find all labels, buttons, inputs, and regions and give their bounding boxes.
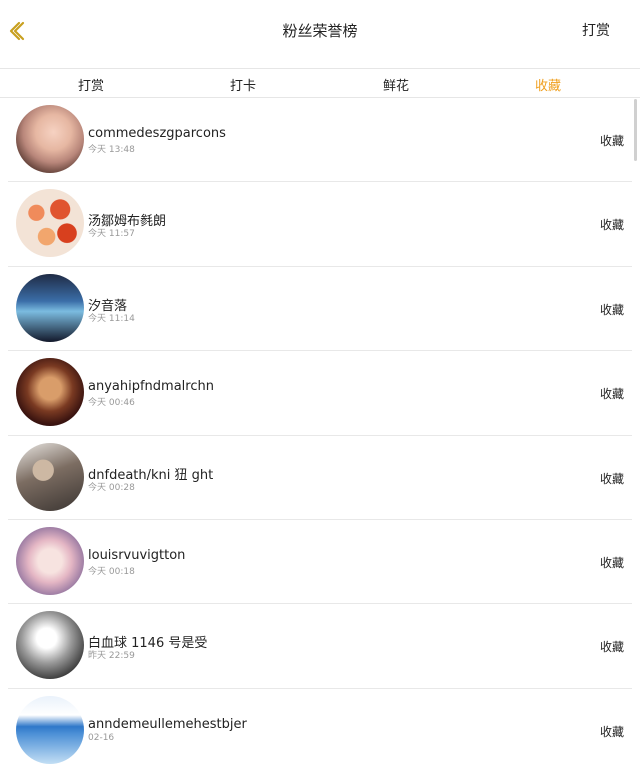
back-button[interactable] [4, 16, 28, 46]
timestamp: 今天 00:46 [88, 398, 135, 409]
fan-list: commedeszgparcons 今天 13:48 收藏 汤鄒姆布毵朗 今天 … [0, 98, 640, 772]
action-label: 收藏 [599, 302, 624, 317]
tab-bar: 打赏 打卡 鲜花 收藏 [0, 68, 640, 98]
user-name: commedeszgparcons [88, 126, 226, 141]
avatar[interactable] [16, 358, 84, 427]
avatar[interactable] [16, 273, 84, 342]
list-item[interactable]: dnfdeath/kni 狃 ght 今天 00:28 收藏 [8, 436, 632, 520]
timestamp: 今天 13:48 [88, 145, 135, 155]
tab-reward[interactable]: 打赏 [78, 75, 104, 94]
avatar[interactable] [16, 695, 84, 764]
list-item[interactable]: commedeszgparcons 今天 13:48 收藏 [8, 98, 632, 183]
action-label: 收藏 [599, 640, 624, 655]
list-item[interactable]: louisrvuvigtton 今天 00:18 收藏 [8, 520, 632, 605]
avatar[interactable] [16, 526, 84, 595]
avatar[interactable] [16, 442, 84, 511]
action-label: 收藏 [599, 218, 624, 233]
timestamp: 02-16 [88, 732, 115, 743]
list-item[interactable]: 白血球 1146 号是受 昨天 22:59 收藏 [8, 604, 632, 689]
tab-flowers[interactable]: 鲜花 [383, 75, 409, 94]
chevron-left-icon [9, 21, 25, 41]
scrollbar[interactable] [634, 99, 637, 161]
timestamp: 昨天 22:59 [88, 651, 135, 662]
tab-checkin[interactable]: 打卡 [230, 75, 256, 94]
action-label: 收藏 [599, 555, 624, 570]
list-item[interactable]: anndemeullemehestbjer 02-16 收藏 [8, 689, 632, 772]
reward-button[interactable]: 打赏 [582, 20, 610, 40]
user-name: louisrvuvigtton [88, 547, 186, 563]
page-title: 粉丝荣誉榜 [282, 22, 358, 40]
avatar[interactable] [16, 105, 84, 173]
timestamp: 今天 00:28 [88, 482, 135, 493]
timestamp: 今天 00:18 [88, 566, 135, 577]
user-name: anyahipfndmalrchn [88, 379, 214, 395]
list-item[interactable]: 汐音落 今天 11:14 收藏 [8, 267, 632, 352]
action-label: 收藏 [599, 387, 624, 402]
list-item[interactable]: anyahipfndmalrchn 今天 00:46 收藏 [8, 351, 632, 436]
tab-favorites[interactable]: 收藏 [535, 75, 561, 94]
action-label: 收藏 [599, 724, 624, 739]
top-nav-bar: 粉丝荣誉榜 打赏 [0, 0, 640, 68]
user-name: anndemeullemehestbjer [88, 716, 247, 732]
timestamp: 今天 11:57 [88, 229, 135, 240]
timestamp: 今天 11:14 [88, 313, 135, 324]
action-label: 收藏 [599, 471, 624, 486]
list-item[interactable]: 汤鄒姆布毵朗 今天 11:57 收藏 [8, 182, 632, 267]
avatar[interactable] [16, 611, 84, 680]
action-label: 收藏 [599, 134, 624, 148]
avatar[interactable] [16, 189, 84, 258]
